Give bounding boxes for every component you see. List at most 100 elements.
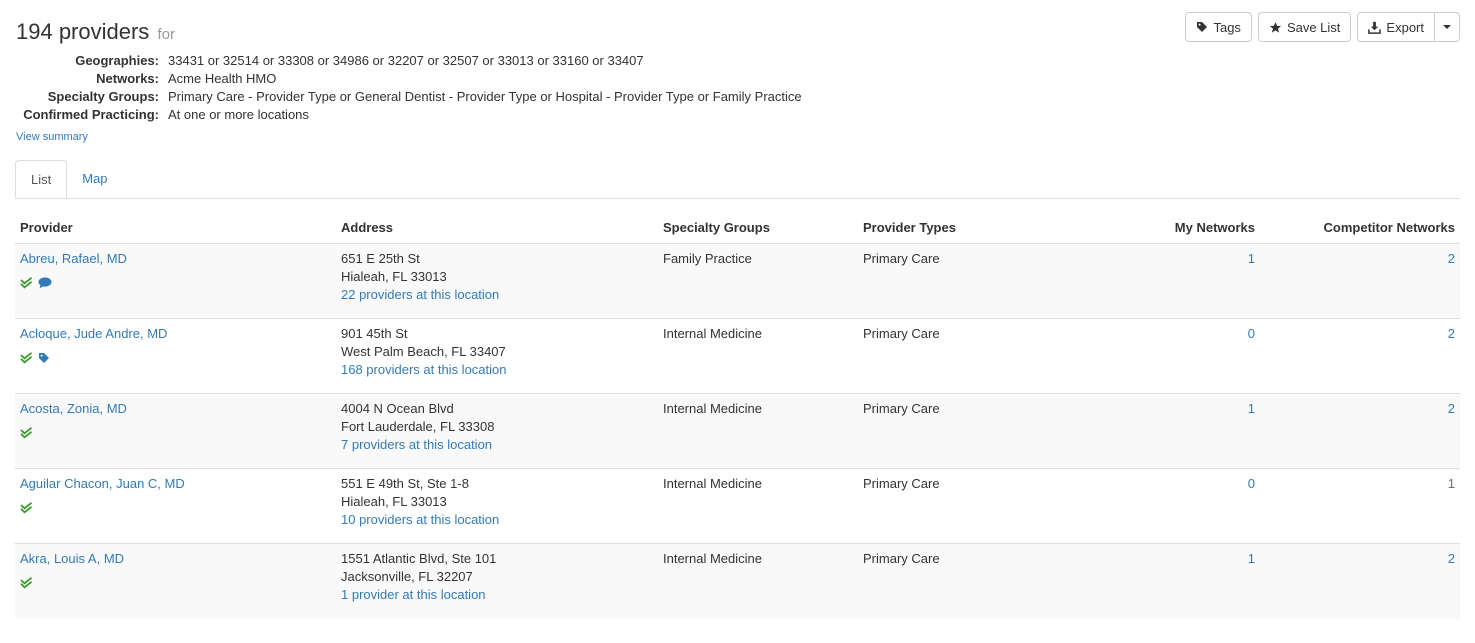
my-networks-count-link[interactable]: 1 <box>1248 251 1255 266</box>
my-networks-count-link[interactable]: 1 <box>1248 551 1255 566</box>
address-line-2: Hialeah, FL 33013 <box>341 494 447 509</box>
specialty-group-cell: Internal Medicine <box>658 393 858 469</box>
toolbar: Tags Save List Export <box>1185 12 1460 42</box>
criteria-label: Geographies: <box>75 53 159 68</box>
provider-status-icons <box>20 502 331 514</box>
double-check-icon <box>20 352 33 364</box>
address-cell: 551 E 49th St, Ste 1-8 Hialeah, FL 33013 1… <box>336 468 658 544</box>
page-title: 194 providers for <box>16 18 175 49</box>
providers-at-location-link[interactable]: 22 providers at this location <box>341 287 499 302</box>
provider-name-link[interactable]: Akra, Louis A, MD <box>20 551 124 566</box>
provider-status-icons <box>20 577 331 589</box>
table-row: Acloque, Jude Andre, MD 901 45th St West P… <box>15 318 1460 394</box>
tab-map[interactable]: Map <box>67 160 122 197</box>
export-button-group: Export <box>1357 12 1460 42</box>
competitor-networks-cell: 2 <box>1260 543 1460 619</box>
criteria-label: Specialty Groups: <box>47 89 159 104</box>
specialty-group-cell: Family Practice <box>658 243 858 319</box>
address-line-1: 1551 Atlantic Blvd, Ste 101 <box>341 551 497 566</box>
table-header-row: Provider Address Specialty Groups Provid… <box>15 210 1460 244</box>
provider-type-cell: Primary Care <box>858 543 1058 619</box>
provider-name-link[interactable]: Aguilar Chacon, Juan C, MD <box>20 476 185 491</box>
provider-type-cell: Primary Care <box>858 393 1058 469</box>
address-line-1: 551 E 49th St, Ste 1-8 <box>341 476 469 491</box>
double-check-icon <box>20 502 33 514</box>
view-summary-link[interactable]: View summary <box>16 131 88 143</box>
address-line-1: 901 45th St <box>341 326 408 341</box>
double-check-icon <box>20 277 33 289</box>
my-networks-count-link[interactable]: 0 <box>1248 326 1255 341</box>
providers-at-location-link[interactable]: 7 providers at this location <box>341 437 492 452</box>
criteria-row-confirmed-practicing: Confirmed Practicing: At one or more loc… <box>16 106 802 124</box>
provider-status-icons <box>20 352 331 364</box>
address-cell: 651 E 25th St Hialeah, FL 33013 22 provide… <box>336 243 658 319</box>
provider-cell: Acosta, Zonia, MD <box>15 393 336 469</box>
search-criteria: Geographies: 33431 or 32514 or 33308 or … <box>16 52 802 124</box>
provider-cell: Aguilar Chacon, Juan C, MD <box>15 468 336 544</box>
providers-at-location-link[interactable]: 10 providers at this location <box>341 512 499 527</box>
provider-type-cell: Primary Care <box>858 468 1058 544</box>
criteria-row-geographies: Geographies: 33431 or 32514 or 33308 or … <box>16 52 802 70</box>
competitor-networks-cell: 2 <box>1260 243 1460 319</box>
criteria-value: Acme Health HMO <box>168 71 277 86</box>
criteria-label: Confirmed Practicing: <box>23 107 159 122</box>
column-header-address[interactable]: Address <box>336 210 658 244</box>
my-networks-cell: 1 <box>1058 543 1260 619</box>
specialty-group-cell: Internal Medicine <box>658 543 858 619</box>
tags-button[interactable]: Tags <box>1185 12 1252 42</box>
provider-type-cell: Primary Care <box>858 318 1058 394</box>
address-line-2: West Palm Beach, FL 33407 <box>341 344 506 359</box>
competitor-networks-count-link[interactable]: 2 <box>1448 551 1455 566</box>
for-label: for <box>157 26 175 43</box>
providers-at-location-link[interactable]: 1 provider at this location <box>341 587 486 602</box>
export-button[interactable]: Export <box>1357 12 1435 42</box>
column-header-specialty-groups[interactable]: Specialty Groups <box>658 210 858 244</box>
results-header: 194 providers for <box>16 18 175 49</box>
star-icon <box>1269 21 1282 34</box>
view-tabs: List Map <box>15 160 1460 199</box>
my-networks-count-link[interactable]: 0 <box>1248 476 1255 491</box>
save-list-button-label: Save List <box>1286 19 1341 35</box>
provider-name-link[interactable]: Abreu, Rafael, MD <box>20 251 127 266</box>
column-header-my-networks[interactable]: My Networks <box>1058 210 1260 244</box>
address-cell: 4004 N Ocean Blvd Fort Lauderdale, FL 333… <box>336 393 658 469</box>
save-list-button[interactable]: Save List <box>1257 12 1352 42</box>
competitor-networks-count-link[interactable]: 2 <box>1448 401 1455 416</box>
download-icon <box>1368 21 1382 34</box>
address-cell: 1551 Atlantic Blvd, Ste 101 Jacksonville,… <box>336 543 658 619</box>
competitor-networks-cell: 2 <box>1260 318 1460 394</box>
address-line-1: 4004 N Ocean Blvd <box>341 401 454 416</box>
competitor-networks-cell: 1 <box>1260 468 1460 544</box>
criteria-row-networks: Networks: Acme Health HMO <box>16 70 802 88</box>
provider-name-link[interactable]: Acosta, Zonia, MD <box>20 401 127 416</box>
address-line-2: Jacksonville, FL 32207 <box>341 569 473 584</box>
criteria-value: 33431 or 32514 or 33308 or 34986 or 3220… <box>168 53 644 68</box>
competitor-networks-cell: 2 <box>1260 393 1460 469</box>
provider-cell: Abreu, Rafael, MD <box>15 243 336 319</box>
address-line-2: Fort Lauderdale, FL 33308 <box>341 419 495 434</box>
column-header-competitor-networks[interactable]: Competitor Networks <box>1260 210 1460 244</box>
my-networks-count-link[interactable]: 1 <box>1248 401 1255 416</box>
providers-at-location-link[interactable]: 168 providers at this location <box>341 362 506 377</box>
provider-status-icons <box>20 277 331 289</box>
table-row: Akra, Louis A, MD 1551 Atlantic Blvd, Ste… <box>15 543 1460 619</box>
criteria-value: Primary Care - Provider Type or General … <box>168 89 802 104</box>
competitor-networks-count-link[interactable]: 2 <box>1448 251 1455 266</box>
competitor-networks-count-link[interactable]: 2 <box>1448 326 1455 341</box>
competitor-networks-count-link[interactable]: 1 <box>1448 476 1455 491</box>
address-cell: 901 45th St West Palm Beach, FL 33407 168 … <box>336 318 658 394</box>
provider-count: 194 providers <box>16 19 150 44</box>
export-button-label: Export <box>1386 19 1424 35</box>
double-check-icon <box>20 427 33 439</box>
provider-name-link[interactable]: Acloque, Jude Andre, MD <box>20 326 167 341</box>
column-header-provider[interactable]: Provider <box>15 210 336 244</box>
tab-list[interactable]: List <box>15 160 68 198</box>
criteria-label: Networks: <box>96 71 159 86</box>
tags-button-label: Tags <box>1213 19 1241 35</box>
table-row: Acosta, Zonia, MD 4004 N Ocean Blvd Fort L… <box>15 393 1460 469</box>
export-dropdown-toggle[interactable] <box>1435 12 1460 42</box>
address-line-2: Hialeah, FL 33013 <box>341 269 447 284</box>
provider-cell: Acloque, Jude Andre, MD <box>15 318 336 394</box>
tag-icon <box>1196 21 1208 33</box>
column-header-provider-types[interactable]: Provider Types <box>858 210 1058 244</box>
